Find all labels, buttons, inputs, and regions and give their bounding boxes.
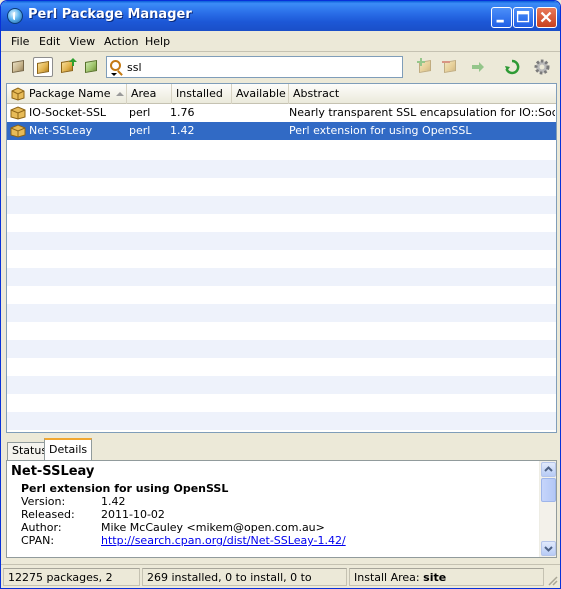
chevron-down-icon (544, 546, 553, 552)
details-value-author: Mike McCauley <mikem@open.com.au> (101, 521, 325, 534)
search-icon[interactable] (110, 60, 121, 71)
cell-area: perl (129, 106, 151, 119)
column-label-available: Available (236, 87, 286, 100)
resize-grip-icon[interactable] (546, 574, 558, 586)
all-packages-icon[interactable] (9, 57, 29, 77)
menu-bar: File Edit View Action Help (1, 31, 560, 52)
details-abstract: Perl extension for using OpenSSL (21, 482, 229, 495)
column-header-available[interactable]: Available (232, 84, 289, 104)
column-label-package-name: Package Name (29, 87, 111, 100)
details-cpan-link[interactable]: http://search.cpan.org/dist/Net-SSLeay-1… (101, 534, 346, 547)
table-row-selected[interactable]: Net-SSLeay perl 1.42 Perl extension for … (7, 122, 556, 140)
cell-package-name: IO-Socket-SSL (29, 106, 107, 119)
package-table[interactable]: Package Name Area Installed Available Ab… (6, 83, 557, 433)
cell-package-name: Net-SSLeay (29, 124, 93, 137)
tab-details[interactable]: Details (44, 438, 93, 460)
status-package-count: 12275 packages, 2 listed (3, 568, 140, 586)
empty-row-stripes (7, 160, 556, 432)
mark-upgrade-icon[interactable] (468, 57, 488, 77)
column-header-package-name[interactable]: Package Name (7, 84, 127, 104)
close-icon (540, 11, 552, 23)
menu-help[interactable]: Help (145, 35, 170, 48)
install-area-value: site (423, 571, 447, 584)
status-install-area: Install Area: site (349, 568, 544, 586)
package-box-icon (11, 87, 25, 101)
details-label-author: Author: (21, 521, 62, 534)
menu-edit[interactable]: Edit (39, 35, 60, 48)
mark-remove-icon[interactable] (441, 57, 461, 77)
ppm-window: Perl Package Manager File Edit View Acti… (0, 0, 561, 589)
installed-packages-icon[interactable] (33, 57, 53, 77)
toolbar (1, 53, 560, 81)
column-label-abstract: Abstract (293, 87, 340, 100)
search-field[interactable] (106, 56, 403, 78)
details-label-version: Version: (21, 495, 66, 508)
mark-install-icon[interactable] (416, 57, 436, 77)
search-input[interactable] (127, 59, 397, 75)
maximize-button[interactable] (513, 7, 534, 28)
details-package-name: Net-SSLeay (11, 464, 95, 479)
minimize-icon (496, 19, 504, 23)
menu-action[interactable]: Action (104, 35, 138, 48)
cell-installed: 1.76 (170, 106, 195, 119)
run-marked-actions-icon[interactable] (502, 57, 522, 77)
table-header: Package Name Area Installed Available Ab… (7, 84, 556, 104)
menu-file[interactable]: File (11, 35, 29, 48)
column-header-area[interactable]: Area (127, 84, 172, 104)
title-bar[interactable]: Perl Package Manager (1, 1, 560, 31)
search-options-arrow-icon[interactable] (111, 73, 117, 76)
table-row[interactable]: IO-Socket-SSL perl 1.76 Nearly transpare… (7, 104, 556, 122)
install-area-label: Install Area: (354, 571, 420, 584)
window-title: Perl Package Manager (28, 7, 192, 22)
details-label-cpan: CPAN: (21, 534, 55, 547)
details-value-version: 1.42 (101, 495, 126, 508)
details-value-released: 2011-10-02 (101, 508, 165, 521)
status-install-summary: 269 installed, 0 to install, 0 to remove (142, 568, 347, 586)
preferences-gear-icon[interactable] (532, 57, 552, 77)
package-box-icon (10, 124, 26, 138)
scroll-down-button[interactable] (541, 541, 556, 556)
menu-view[interactable]: View (69, 35, 95, 48)
scroll-thumb[interactable] (541, 478, 556, 502)
details-scrollbar[interactable] (539, 461, 556, 557)
package-box-icon (10, 106, 26, 120)
chevron-up-icon (544, 466, 553, 472)
cell-abstract: Nearly transparent SSL encapsulation for… (289, 106, 555, 119)
minimize-button[interactable] (491, 7, 512, 28)
modified-packages-icon[interactable] (82, 57, 102, 77)
details-panel: Net-SSLeay Perl extension for using Open… (6, 460, 557, 558)
column-header-installed[interactable]: Installed (172, 84, 232, 104)
cell-installed: 1.42 (170, 124, 195, 137)
column-header-abstract[interactable]: Abstract (289, 84, 556, 104)
scroll-up-button[interactable] (541, 462, 556, 477)
close-button[interactable] (536, 7, 557, 28)
column-label-installed: Installed (176, 87, 223, 100)
perl-app-icon (7, 8, 23, 24)
sort-ascending-icon (115, 92, 124, 96)
maximize-icon (516, 10, 530, 23)
cell-area: perl (129, 124, 151, 137)
details-label-released: Released: (21, 508, 75, 521)
status-bar: 12275 packages, 2 listed 269 installed, … (1, 564, 560, 588)
upgradable-packages-icon[interactable] (58, 57, 78, 77)
cell-abstract: Perl extension for using OpenSSL (289, 124, 472, 137)
detail-tabs: Status Details (6, 438, 557, 460)
column-label-area: Area (131, 87, 157, 100)
